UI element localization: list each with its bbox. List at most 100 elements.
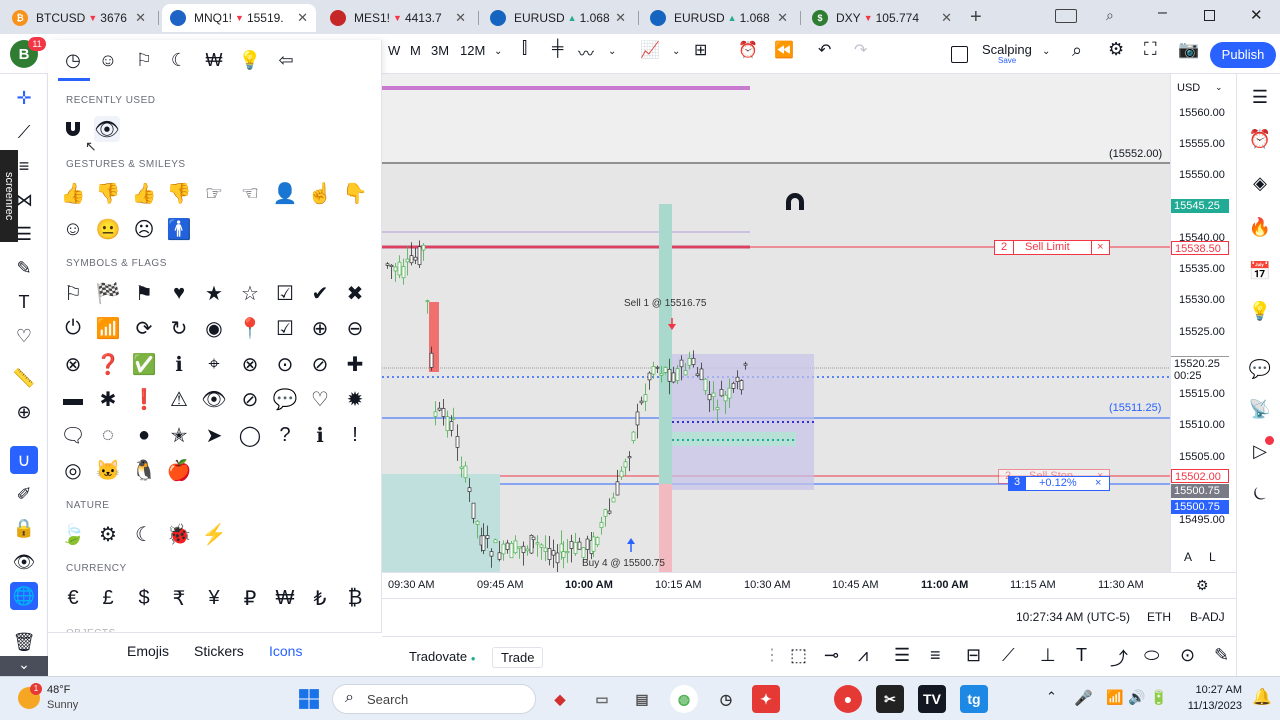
close-icon[interactable]: ✕ <box>777 10 788 26</box>
collapse-toolbar-icon[interactable]: ⌄ <box>0 656 48 676</box>
sad-face-icon[interactable]: ☹ <box>131 216 157 242</box>
close-icon[interactable]: ✕ <box>297 10 308 26</box>
zoom-in-icon[interactable]: ⊕ <box>10 398 38 426</box>
bug-icon[interactable]: 🐞 <box>166 521 192 547</box>
brush-tool-icon[interactable]: ✎ <box>1214 645 1229 666</box>
interval-m[interactable]: M <box>410 43 421 58</box>
layout-icon[interactable] <box>951 46 968 63</box>
rupee-icon[interactable]: ₹ <box>166 585 192 611</box>
cross-icon[interactable]: ✖ <box>342 280 368 306</box>
vertical-line-icon[interactable]: ⊥ <box>1040 645 1056 666</box>
power-icon[interactable]: ⏻ <box>60 315 86 341</box>
microphone-icon[interactable]: 🎤 <box>1074 689 1093 707</box>
target-ring-icon[interactable]: ◎ <box>60 457 86 483</box>
adjustment-toggle[interactable]: B-ADJ <box>1190 610 1225 624</box>
plus-circle-icon[interactable]: ⊕ <box>307 315 333 341</box>
taskbar-date[interactable]: 11/13/2023 <box>1180 700 1242 712</box>
x-circle-icon[interactable]: ⊗ <box>60 351 86 377</box>
close-icon[interactable]: ✕ <box>455 10 466 26</box>
alarm-icon[interactable]: ⏰ <box>1247 126 1273 152</box>
range-tool-icon[interactable]: ⊟ <box>966 645 981 666</box>
circle-icon[interactable]: ● <box>131 422 157 448</box>
tablet-icon[interactable] <box>1055 9 1077 23</box>
record-icon[interactable]: ● <box>834 685 862 713</box>
smiley-category-icon[interactable]: ☺ <box>95 50 121 71</box>
tradingview-icon[interactable]: TV <box>918 685 946 713</box>
thumbs-up-icon[interactable]: 👍 <box>131 180 157 206</box>
star-icon[interactable]: ★ <box>201 280 227 306</box>
sun-gear-icon[interactable]: ⚙ <box>95 521 121 547</box>
leaf-icon[interactable]: 🍃 <box>60 521 86 547</box>
circle-tool-icon[interactable]: ⊙ <box>1180 645 1195 666</box>
flag-category-icon[interactable]: ⚐ <box>131 50 157 71</box>
globe-icon[interactable]: 🌐 <box>10 582 38 610</box>
eye-off-icon[interactable]: ⊘ <box>237 386 263 412</box>
smile-icon[interactable]: ☺ <box>60 216 86 242</box>
hand-down-icon[interactable]: 👇 <box>342 180 368 206</box>
rectangle-tool-icon[interactable]: ⬚ <box>790 645 807 666</box>
chevron-down-icon[interactable]: ⌄ <box>494 46 502 57</box>
hand-left-icon[interactable]: ☜ <box>237 180 263 206</box>
position-order[interactable]: 3 +0.12% × <box>1008 476 1110 491</box>
magnet-icon[interactable]: ∪ <box>10 446 38 474</box>
target-icon[interactable]: ◉ <box>201 315 227 341</box>
github-icon[interactable]: 🐱 <box>95 457 121 483</box>
browser-tab-mnq[interactable]: MNQ1! ▼ 15519. ✕ <box>162 4 316 32</box>
candles-icon[interactable]: ⫿ <box>522 40 527 58</box>
question-circle-icon[interactable]: ❓ <box>95 351 121 377</box>
chevron-down-icon[interactable]: ⌄ <box>672 46 680 57</box>
layout-name[interactable]: Scalping <box>982 42 1032 57</box>
interval-12m[interactable]: 12M <box>460 43 485 58</box>
curve-tool-icon[interactable]: ⤴ <box>1110 645 1128 671</box>
layout-grid-icon[interactable]: ⊞ <box>694 40 707 60</box>
asterisk-icon[interactable]: ✱ <box>95 386 121 412</box>
price-axis[interactable]: USD ⌄ 15560.00 15555.00 15550.00 15540.0… <box>1170 74 1236 572</box>
currency-category-icon[interactable]: ₩ <box>201 50 227 71</box>
ruler-icon[interactable]: 📏 <box>10 364 38 392</box>
log-scale-button[interactable]: L <box>1209 550 1216 564</box>
polygon-tool-icon[interactable]: ⬭ <box>1144 645 1159 666</box>
speech-bubble-icon[interactable]: 💬 <box>272 386 298 412</box>
trendline-icon[interactable]: ⟋ <box>10 118 38 146</box>
thumbs-down-icon[interactable]: 👎 <box>166 180 192 206</box>
minimize-icon[interactable]: – <box>1158 4 1167 22</box>
lira-icon[interactable]: ₺ <box>307 585 333 611</box>
warning-icon[interactable]: ⚠ <box>166 386 192 412</box>
redo-icon[interactable]: ↷ <box>854 40 867 60</box>
close-icon[interactable]: × <box>1095 477 1101 490</box>
chevron-down-icon[interactable]: ⌄ <box>1215 82 1223 93</box>
tab-stickers[interactable]: Stickers <box>194 643 244 659</box>
line-chart-icon[interactable]: 〰 <box>578 40 594 64</box>
badge-icon[interactable]: ✹ <box>342 386 368 412</box>
fullscreen-icon[interactable]: ⛶ <box>1144 39 1157 60</box>
text-tool-icon[interactable]: T <box>1076 645 1087 666</box>
bitcoin-icon[interactable]: ₿ <box>342 585 368 611</box>
task-view-icon[interactable]: ▭ <box>588 685 616 713</box>
exclamation-icon[interactable]: ! <box>342 422 368 448</box>
lock-icon[interactable]: 🔒 <box>10 514 38 542</box>
crosshair-icon[interactable]: ✛ <box>10 84 38 112</box>
yen-icon[interactable]: ¥ <box>201 585 227 611</box>
chevron-up-icon[interactable]: ⌃ <box>1046 689 1057 705</box>
notification-center-icon[interactable]: 🔔 <box>1252 687 1272 707</box>
ideas-icon[interactable]: 💡 <box>1247 298 1273 324</box>
auto-scale-button[interactable]: A <box>1184 550 1192 564</box>
time-axis[interactable]: 09:30 AM 09:45 AM 10:00 AM 10:15 AM 10:3… <box>382 572 1236 598</box>
search-tabs-icon[interactable]: ⌕ <box>1106 7 1114 24</box>
publish-button[interactable]: Publish <box>1210 42 1276 68</box>
weather-temp[interactable]: 48°F <box>47 684 70 696</box>
copilot-icon[interactable]: ◆ <box>546 685 574 713</box>
eye-icon[interactable]: 👁 <box>10 548 38 576</box>
hand-right-icon[interactable]: ☞ <box>201 180 227 206</box>
path-tool-icon[interactable]: ⩘ <box>858 645 868 666</box>
checkbox-filled-icon[interactable]: ☑ <box>272 315 298 341</box>
flag-outline-icon[interactable]: ⚐ <box>60 280 86 306</box>
chrome-icon[interactable]: ◍ <box>670 685 698 713</box>
checkered-flag-icon[interactable]: 🏁 <box>95 280 121 306</box>
layout-save-label[interactable]: Save <box>998 56 1016 65</box>
taskbar-time[interactable]: 10:27 AM <box>1180 684 1242 696</box>
heart-outline-icon[interactable]: ♡ <box>307 386 333 412</box>
chevron-down-icon[interactable]: ⌄ <box>608 46 616 57</box>
battery-icon[interactable]: 🔋 <box>1150 689 1167 706</box>
restore-icon[interactable] <box>1204 10 1215 21</box>
